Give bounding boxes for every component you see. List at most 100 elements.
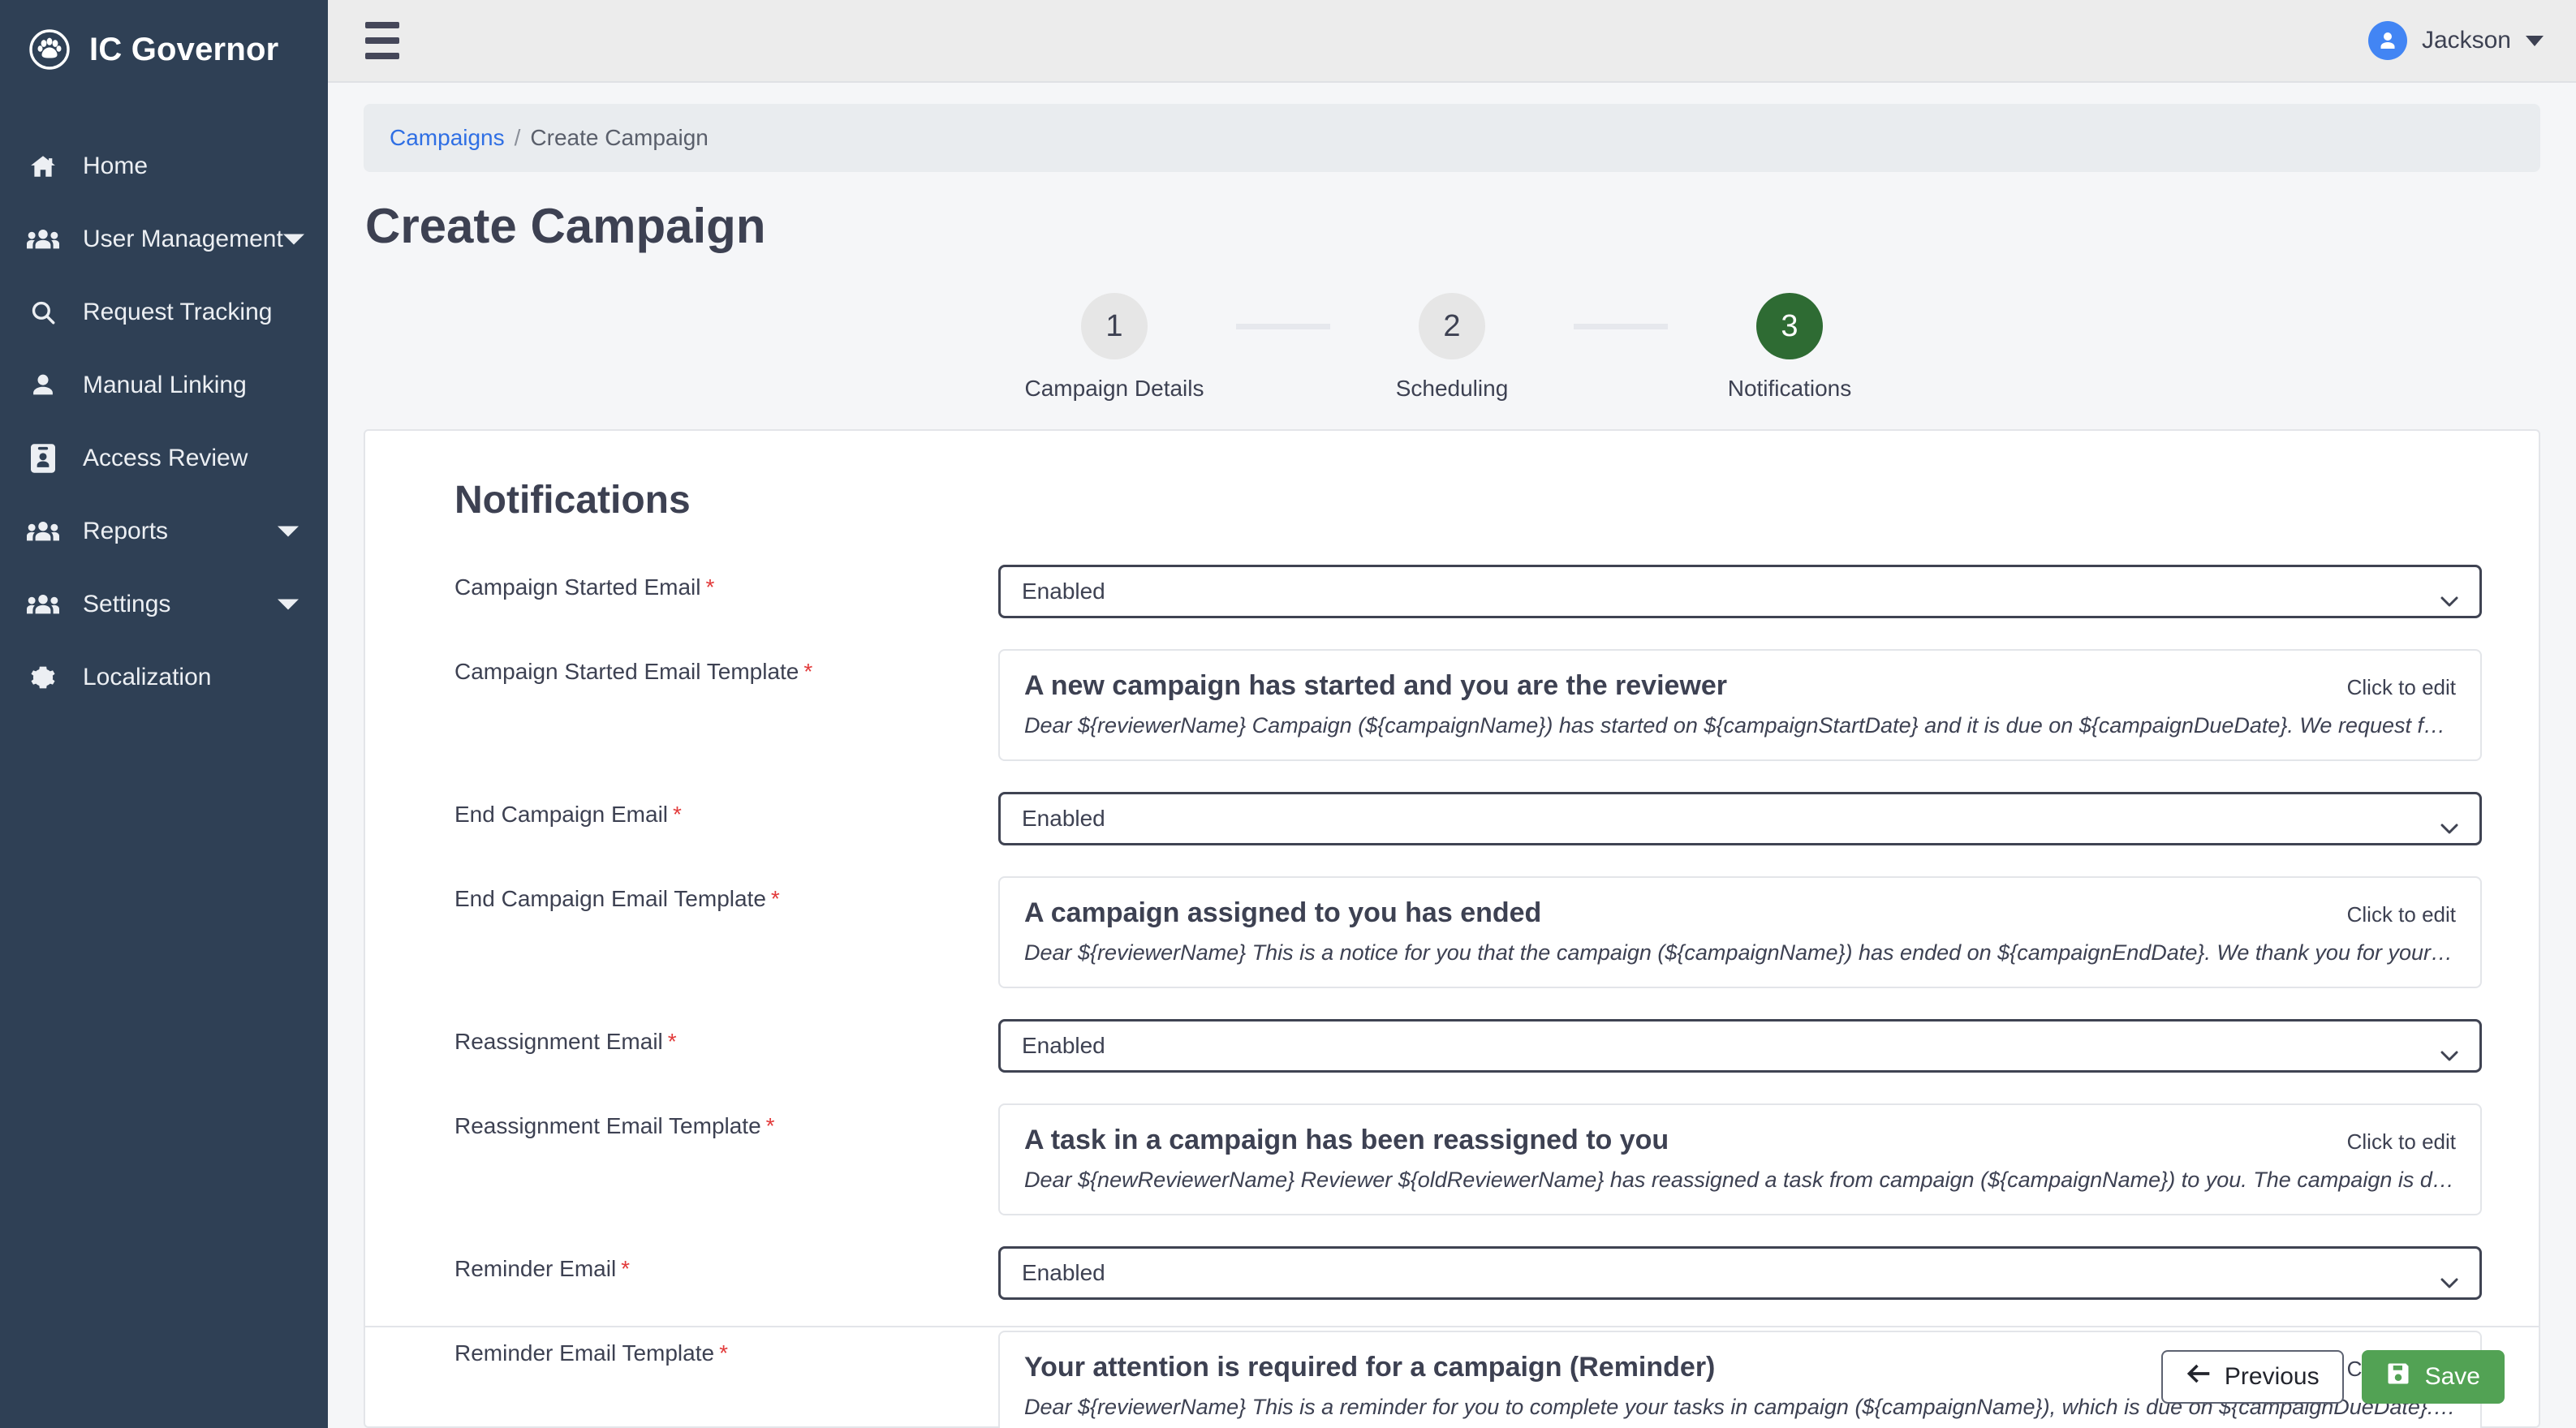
step-label: Campaign Details	[1024, 376, 1204, 401]
field-label-text: Campaign Started Email Template	[454, 659, 799, 684]
form-row-reassignment-email: Reassignment Email * Enabled	[422, 1019, 2482, 1073]
select-value: Enabled	[1022, 1033, 1105, 1058]
field-label: End Campaign Email *	[454, 792, 998, 828]
sidebar-item-home[interactable]: Home	[0, 130, 328, 203]
field-label-text: Reminder Email	[454, 1256, 617, 1281]
chevron-down-icon[interactable]	[278, 598, 299, 611]
card-footer: Previous Save	[365, 1326, 2539, 1426]
field-label-text: Reassignment Email Template	[454, 1113, 761, 1138]
sidebar-item-label: User Management	[83, 226, 283, 252]
reassignment-email-template-card[interactable]: A task in a campaign has been reassigned…	[998, 1103, 2482, 1215]
select-value: Enabled	[1022, 1260, 1105, 1285]
required-marker: *	[770, 886, 780, 911]
stepper: 1 Campaign Details 2 Scheduling 3 Notifi…	[364, 293, 2540, 402]
reassignment-email-select[interactable]: Enabled	[998, 1019, 2482, 1073]
field-control: Enabled	[998, 565, 2482, 618]
campaign-started-email-select[interactable]: Enabled	[998, 565, 2482, 618]
click-to-edit-hint[interactable]: Click to edit	[2347, 1125, 2456, 1155]
previous-button[interactable]: Previous	[2160, 1350, 2344, 1404]
field-label-text: End Campaign Email Template	[454, 886, 766, 911]
chevron-down-icon	[2526, 35, 2544, 46]
field-label: Campaign Started Email *	[454, 565, 998, 600]
topbar: Jackson	[328, 0, 2576, 83]
step-1[interactable]: 1 Campaign Details	[993, 293, 1236, 402]
sidebar-item-request-tracking[interactable]: Request Tracking	[0, 276, 328, 349]
brand[interactable]: IC Governor	[0, 0, 328, 99]
field-label: Reminder Email *	[454, 1246, 998, 1282]
id-badge-icon	[24, 442, 62, 475]
users-icon	[24, 588, 62, 621]
reminder-email-select[interactable]: Enabled	[998, 1246, 2482, 1300]
home-icon	[24, 150, 62, 183]
breadcrumb: Campaigns / Create Campaign	[364, 104, 2540, 172]
paw-circle-icon	[28, 28, 71, 71]
chevron-down-icon	[2440, 1041, 2458, 1060]
field-control: Enabled	[998, 792, 2482, 845]
template-body: Dear ${reviewerName} This is a notice fo…	[1024, 940, 2456, 965]
click-to-edit-hint[interactable]: Click to edit	[2347, 670, 2456, 700]
end-campaign-email-select[interactable]: Enabled	[998, 792, 2482, 845]
sidebar-item-access-review[interactable]: Access Review	[0, 422, 328, 495]
sidebar-item-label: Access Review	[83, 445, 248, 471]
template-header: A new campaign has started and you are t…	[1024, 670, 2456, 702]
hamburger-icon[interactable]	[360, 17, 404, 64]
user-menu[interactable]: Jackson	[2367, 21, 2548, 60]
required-marker: *	[667, 1029, 677, 1054]
sidebar-item-settings[interactable]: Settings	[0, 568, 328, 641]
field-control: A new campaign has started and you are t…	[998, 649, 2482, 761]
step-2[interactable]: 2 Scheduling	[1330, 293, 1574, 402]
chevron-down-icon	[2440, 587, 2458, 606]
brand-name: IC Governor	[89, 31, 279, 67]
step-connector	[1574, 324, 1668, 329]
sidebar-item-label: Home	[83, 153, 149, 179]
end-campaign-email-template-card[interactable]: A campaign assigned to you has ended Cli…	[998, 876, 2482, 988]
field-label-text: Reassignment Email	[454, 1029, 663, 1054]
content-area: Campaigns / Create Campaign Create Campa…	[328, 83, 2576, 1428]
template-subject: A task in a campaign has been reassigned…	[1024, 1125, 1669, 1155]
step-label: Notifications	[1727, 376, 1852, 401]
form-row-reminder-email: Reminder Email * Enabled	[422, 1246, 2482, 1300]
template-body: Dear ${reviewerName} Campaign (${campaig…	[1024, 713, 2456, 738]
field-control: A task in a campaign has been reassigned…	[998, 1103, 2482, 1215]
breadcrumb-link-campaigns[interactable]: Campaigns	[390, 125, 505, 151]
sidebar-item-user-management[interactable]: User Management	[0, 203, 328, 276]
step-number: 2	[1419, 293, 1485, 359]
step-number: 3	[1756, 293, 1823, 359]
card-body: Notifications Campaign Started Email * En…	[365, 431, 2539, 1428]
form-row-end-campaign-email-template: End Campaign Email Template * A campaign …	[422, 876, 2482, 988]
sidebar-item-manual-linking[interactable]: Manual Linking	[0, 349, 328, 422]
user-icon	[24, 369, 62, 402]
form-row-campaign-started-email: Campaign Started Email * Enabled	[422, 565, 2482, 618]
user-avatar-icon	[2367, 21, 2407, 60]
required-marker: *	[705, 574, 715, 600]
user-name: Jackson	[2421, 27, 2511, 54]
chevron-down-icon[interactable]	[278, 525, 299, 538]
template-subject: A new campaign has started and you are t…	[1024, 670, 1728, 701]
form-row-end-campaign-email: End Campaign Email * Enabled	[422, 792, 2482, 845]
sidebar-item-label: Request Tracking	[83, 299, 273, 325]
users-icon	[24, 515, 62, 548]
select-value: Enabled	[1022, 579, 1105, 604]
chevron-down-icon[interactable]	[282, 233, 304, 246]
field-label: Reassignment Email Template *	[454, 1103, 998, 1139]
sidebar-item-localization[interactable]: Localization	[0, 641, 328, 714]
template-subject: A campaign assigned to you has ended	[1024, 897, 1542, 928]
form-row-reassignment-email-template: Reassignment Email Template * A task in a…	[422, 1103, 2482, 1215]
field-label-text: Campaign Started Email	[454, 574, 701, 600]
main-region: Jackson Campaigns / Create Campaign Crea…	[328, 0, 2576, 1428]
template-header: A task in a campaign has been reassigned…	[1024, 1125, 2456, 1156]
campaign-started-email-template-card[interactable]: A new campaign has started and you are t…	[998, 649, 2482, 761]
sidebar-item-label: Manual Linking	[83, 372, 247, 398]
field-label: Campaign Started Email Template *	[454, 649, 998, 685]
template-header: A campaign assigned to you has ended Cli…	[1024, 897, 2456, 929]
card-heading: Notifications	[454, 479, 691, 522]
notifications-card: Notifications Campaign Started Email * En…	[364, 429, 2540, 1428]
breadcrumb-current: Create Campaign	[530, 125, 709, 150]
arrow-left-icon	[2186, 1363, 2210, 1391]
page-title: Create Campaign	[365, 199, 766, 253]
click-to-edit-hint[interactable]: Click to edit	[2347, 897, 2456, 927]
step-3[interactable]: 3 Notifications	[1668, 293, 1911, 402]
sidebar-item-reports[interactable]: Reports	[0, 495, 328, 568]
save-button[interactable]: Save	[2361, 1350, 2505, 1404]
sidebar-item-label: Reports	[83, 518, 169, 544]
